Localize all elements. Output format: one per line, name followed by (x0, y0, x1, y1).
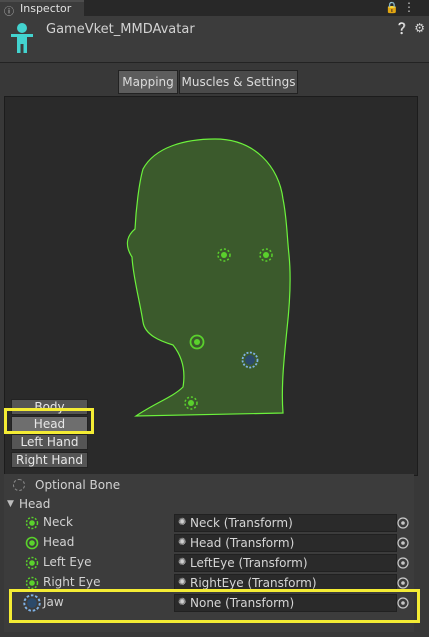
bone-field-left-eye[interactable]: ✺ LeftEye (Transform) (174, 554, 397, 572)
bone-field-value: LeftEye (Transform) (190, 556, 308, 570)
bone-row-head: Head ✺ Head (Transform) (0, 533, 420, 553)
transform-icon: ✺ (178, 517, 187, 528)
object-picker-icon[interactable] (396, 516, 410, 530)
bone-field-head[interactable]: ✺ Head (Transform) (174, 534, 397, 552)
transform-icon: ✺ (178, 577, 187, 588)
gear-icon[interactable]: ⚙ (414, 21, 425, 35)
bone-label: Right Eye (43, 575, 101, 589)
bone-label: Neck (43, 515, 73, 529)
object-name: GameVket_MMDAvatar (46, 22, 195, 37)
tab-inspector[interactable]: ⓘ Inspector (0, 0, 84, 18)
inspector-header: GameVket_MMDAvatar ❔ ⚙ (0, 16, 429, 63)
bone-label: Left Eye (43, 555, 92, 569)
bone-field-right-eye[interactable]: ✺ RightEye (Transform) (174, 574, 397, 592)
bone-row-left-eye: Left Eye ✺ LeftEye (Transform) (0, 553, 420, 573)
object-picker-icon[interactable] (396, 576, 410, 590)
tab-mapping[interactable]: Mapping (118, 70, 178, 94)
humanoid-avatar-icon (11, 23, 33, 53)
bone-field-neck[interactable]: ✺ Neck (Transform) (174, 514, 397, 532)
window-tab-bar: ⓘ Inspector 🔒 ⋮ (0, 0, 429, 18)
section-head-label[interactable]: Head (19, 497, 50, 511)
bone-field-value: None (Transform) (190, 596, 295, 610)
body-part-left-hand-button[interactable]: Left Hand (11, 434, 88, 450)
optional-bone-assigned-icon (25, 556, 39, 570)
transform-icon: ✺ (178, 597, 187, 608)
object-picker-icon[interactable] (396, 536, 410, 550)
optional-bone-unassigned-icon (23, 594, 41, 612)
bone-field-value: Head (Transform) (190, 536, 295, 550)
tab-inspector-label: Inspector (20, 2, 72, 15)
bone-field-value: Neck (Transform) (190, 516, 293, 530)
help-icon[interactable]: ❔ (395, 22, 409, 35)
optional-bone-icon (13, 479, 25, 491)
bone-field-value: RightEye (Transform) (190, 576, 317, 590)
tab-muscles-settings[interactable]: Muscles & Settings (179, 70, 298, 94)
bone-row-right-eye: Right Eye ✺ RightEye (Transform) (0, 573, 420, 593)
object-picker-icon[interactable] (396, 556, 410, 570)
bone-row-neck: Neck ✺ Neck (Transform) (0, 513, 420, 533)
body-part-body-button[interactable]: Body (11, 399, 88, 415)
object-picker-icon[interactable] (396, 596, 410, 610)
lock-icon[interactable]: 🔒 (385, 1, 399, 14)
head-outline (126, 138, 291, 417)
optional-bone-assigned-icon (25, 576, 39, 590)
bone-row-jaw: Jaw ✺ None (Transform) (0, 593, 420, 613)
bone-label: Head (43, 535, 75, 549)
body-part-head-button[interactable]: Head (11, 416, 88, 432)
optional-bone-label: Optional Bone (35, 478, 121, 492)
transform-icon: ✺ (178, 537, 187, 548)
required-bone-assigned-icon (25, 536, 39, 550)
kebab-menu-icon[interactable]: ⋮ (403, 0, 415, 14)
body-part-right-hand-button[interactable]: Right Hand (11, 452, 88, 468)
bone-field-jaw[interactable]: ✺ None (Transform) (174, 594, 397, 612)
bone-label: Jaw (43, 595, 64, 609)
optional-bone-assigned-icon (25, 516, 39, 530)
transform-icon: ✺ (178, 557, 187, 568)
foldout-arrow-icon[interactable]: ▼ (7, 499, 14, 509)
